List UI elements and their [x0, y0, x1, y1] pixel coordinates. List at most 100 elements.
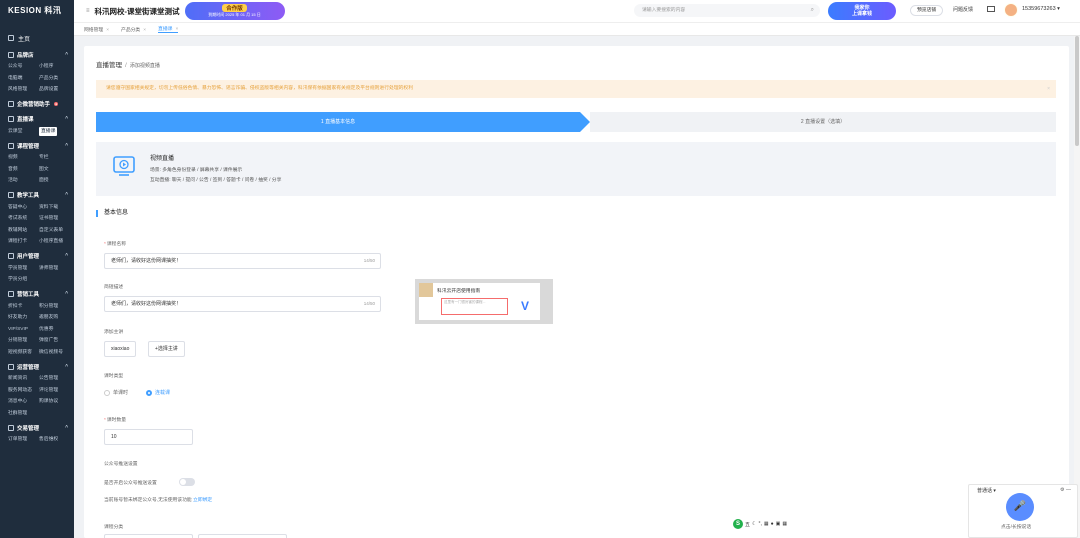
sidebar-item[interactable]: 消息中心 — [8, 396, 39, 408]
sidebar-item[interactable]: 资料下载 — [39, 202, 74, 214]
mail-icon[interactable] — [987, 6, 995, 12]
mic-small-icon[interactable]: ● — [771, 521, 774, 527]
tab-live[interactable]: 直播课 × — [158, 25, 179, 33]
sidebar-item[interactable]: 风格管理 — [8, 84, 39, 96]
sidebar-item[interactable]: 面授 — [39, 175, 74, 187]
search-input[interactable]: 请输入要搜索的内容 ⌕ — [634, 4, 820, 17]
sidebar-item[interactable]: 小程序直播 — [39, 236, 74, 248]
minimize-icon[interactable]: — — [1066, 487, 1071, 493]
sidebar-item[interactable]: 微信视频号 — [39, 347, 74, 359]
sidebar-item[interactable]: 自定义表单 — [39, 225, 74, 237]
sidebar-item[interactable]: 公告管理 — [39, 373, 74, 385]
sidebar-group-header[interactable]: 企微营销助手 ● — [0, 98, 74, 111]
sidebar-group-header[interactable]: 品牌店 ^ — [0, 48, 74, 61]
radio-single-class[interactable]: 单课时 — [104, 389, 128, 396]
moon-icon[interactable]: ☾ — [752, 521, 756, 527]
sidebar-item[interactable]: 产品分类 — [39, 73, 74, 85]
punct-icon[interactable]: °, — [759, 521, 762, 527]
category-select-primary[interactable] — [104, 534, 193, 538]
sidebar-item[interactable]: 学员分组 — [8, 274, 39, 286]
sidebar-group-title: 交易管理 — [17, 425, 40, 432]
close-icon[interactable]: × — [106, 28, 109, 33]
sidebar-item[interactable]: 云课堂 — [8, 126, 39, 138]
sidebar-item[interactable]: 活动 — [8, 175, 39, 187]
sidebar-item[interactable]: 服务网动态 — [8, 385, 39, 397]
sidebar-item[interactable]: VIP/SVIP — [8, 324, 39, 336]
sidebar-item[interactable]: 积分管理 — [39, 301, 74, 313]
sidebar-item[interactable]: 专栏 — [39, 152, 74, 164]
sidebar-item[interactable]: 视频 — [8, 152, 39, 164]
class-count-input[interactable]: 10 — [104, 429, 193, 445]
ad-banner[interactable]: 我家你 上课拿钱 — [828, 2, 896, 20]
close-icon[interactable]: × — [1047, 80, 1050, 98]
wechat-push-switch[interactable] — [179, 478, 195, 486]
sidebar-item[interactable]: 购课协议 — [39, 396, 74, 408]
sidebar-item[interactable]: 折扣卡 — [8, 301, 39, 313]
menu-toggle-icon[interactable]: ≡ — [86, 8, 90, 14]
sidebar-item[interactable]: 答疑中心 — [8, 202, 39, 214]
search-icon[interactable]: ⌕ — [811, 4, 814, 17]
scrollbar-thumb[interactable] — [1075, 36, 1079, 146]
step-settings[interactable]: 2 直播设置（选填） — [590, 112, 1056, 132]
category-select-secondary[interactable] — [198, 534, 287, 538]
user-name[interactable]: 15359673263 ▾ — [1022, 6, 1060, 12]
bind-wechat-link[interactable]: 立即绑定 — [193, 498, 212, 503]
course-intro-input[interactable]: 老师们，请收好这份网课抽奖！ 14/50 — [104, 296, 381, 312]
add-lecturer-button[interactable]: +选择主讲 — [148, 341, 185, 357]
close-icon[interactable]: × — [143, 28, 146, 33]
grid-icon[interactable]: ▦ — [782, 521, 787, 527]
sidebar-group-header[interactable]: 教学工具 ^ — [0, 189, 74, 202]
radio-series-class[interactable]: 连载课 — [146, 389, 170, 396]
sidebar-item[interactable]: 好友助力 — [8, 312, 39, 324]
feedback-link[interactable]: 问题反馈 — [953, 6, 973, 13]
microphone-button[interactable]: 🎤 — [1006, 493, 1034, 521]
sidebar-item[interactable]: 公众号 — [8, 61, 39, 73]
sidebar-item[interactable]: 课程打卡 — [8, 236, 39, 248]
tab-category[interactable]: 产品分类 × — [121, 26, 146, 33]
ime-mode[interactable]: 五 — [745, 521, 750, 528]
sidebar-group-header[interactable]: 营销工具 ^ — [0, 288, 74, 301]
sidebar-item[interactable]: 教辅网站 — [8, 225, 39, 237]
sidebar-group-header[interactable]: 运营管理 ^ — [0, 360, 74, 373]
sidebar-item[interactable]: 新闻资讯 — [8, 373, 39, 385]
tab-network[interactable]: 网络管理 × — [84, 26, 109, 33]
sidebar-item[interactable]: 订单管理 — [8, 434, 39, 446]
sidebar-group-header[interactable]: 直播课 ^ — [0, 113, 74, 126]
close-icon[interactable]: × — [175, 27, 178, 32]
sidebar-item-home[interactable]: 主页 — [0, 30, 74, 46]
sidebar-item[interactable]: 证书管理 — [39, 213, 74, 225]
ime-toolbar[interactable]: S 五 ☾ °, ▦ ● ▣ ▦ — [731, 518, 790, 530]
sidebar-item[interactable]: 图文 — [39, 164, 74, 176]
sidebar-item[interactable]: 考试系统 — [8, 213, 39, 225]
sidebar-item[interactable]: 邀朋友购 — [39, 312, 74, 324]
avatar[interactable] — [1004, 3, 1018, 17]
sidebar-group-header[interactable]: 课程管理 ^ — [0, 139, 74, 152]
skin-icon[interactable]: ▣ — [776, 521, 781, 527]
promo-badge[interactable]: 合作版 到期时间 2025 年 01 月 15 日 — [184, 2, 285, 20]
sidebar-item[interactable]: 售后维权 — [39, 434, 74, 446]
sidebar-group-header[interactable]: 交易管理 ^ — [0, 421, 74, 434]
gear-icon[interactable]: ⚙ — [1060, 487, 1064, 493]
keyboard-icon[interactable]: ▦ — [764, 521, 769, 527]
sidebar-item[interactable]: 音频 — [8, 164, 39, 176]
sidebar-item[interactable]: 品牌设置 — [39, 84, 74, 96]
sidebar-item[interactable]: 分销管理 — [8, 335, 39, 347]
sidebar-item[interactable]: 学员管理 — [8, 263, 39, 275]
sidebar-item[interactable]: 讲师管理 — [39, 263, 74, 275]
sidebar-item[interactable]: 评论管理 — [39, 385, 74, 397]
breadcrumb-title[interactable]: 直播管理 — [96, 62, 122, 69]
sidebar-group-header[interactable]: 用户管理 ^ — [0, 250, 74, 263]
voice-language-select[interactable]: 普通话 ▾ — [977, 487, 996, 494]
preview-store-button[interactable]: 预览店铺 — [910, 5, 944, 16]
step-basic-info[interactable]: 1 直播基本信息 — [96, 112, 580, 132]
course-name-input[interactable]: 老师们，请收好这份网课抽奖！ 14/50 — [104, 253, 381, 269]
app-logo[interactable]: KESION 科汛 — [0, 0, 74, 20]
sidebar-item[interactable]: 弹窗广告 — [39, 335, 74, 347]
sidebar-item[interactable]: 电脑端 — [8, 73, 39, 85]
sidebar-item[interactable]: 短视频获客 — [8, 347, 39, 359]
sidebar-item[interactable]: 社群管理 — [8, 408, 39, 420]
sidebar-item[interactable]: 优惠券 — [39, 324, 74, 336]
sidebar-item-active[interactable]: 直播课 — [39, 126, 58, 136]
sidebar-item[interactable]: 小程序 — [39, 61, 74, 73]
lecturer-chip[interactable]: xiaoxiao — [104, 341, 137, 357]
